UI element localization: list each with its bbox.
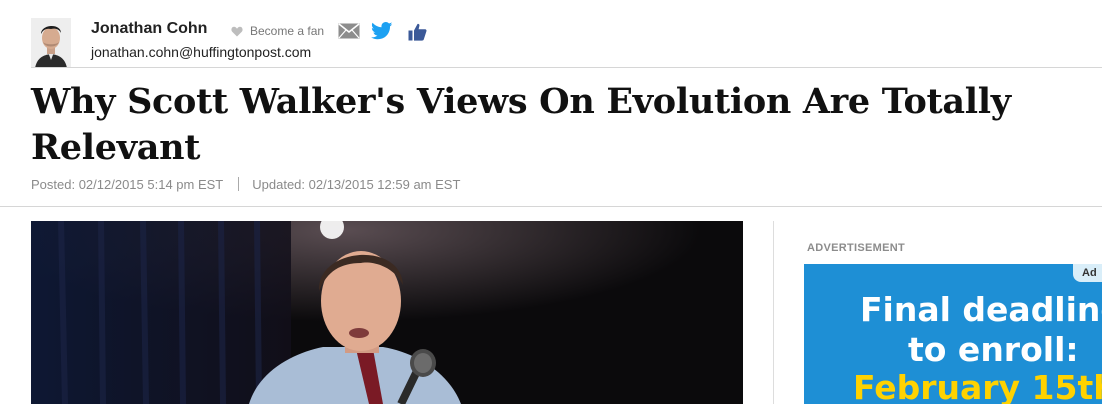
avatar[interactable] [31, 18, 71, 68]
article-headline: Why Scott Walker's Views On Evolution Ar… [31, 81, 1011, 168]
ad-banner[interactable]: Ad Final deadline to enroll: February 15… [804, 264, 1102, 404]
become-fan-link[interactable]: Become a fan [250, 24, 324, 38]
ad-headline: to enroll: [908, 330, 1079, 369]
article-photo[interactable] [31, 221, 743, 404]
heart-icon[interactable] [231, 26, 243, 37]
twitter-icon[interactable] [371, 22, 393, 40]
ad-deadline-date: February 15th [853, 368, 1102, 404]
thumbs-up-icon[interactable] [408, 23, 427, 41]
author-email[interactable]: jonathan.cohn@huffingtonpost.com [91, 44, 311, 60]
posted-date: Posted: 02/12/2015 5:14 pm EST [31, 177, 224, 192]
author-name[interactable]: Jonathan Cohn [91, 20, 207, 38]
column-divider [773, 221, 774, 404]
divider [31, 67, 1102, 68]
author-bar: Jonathan Cohn Become a fan jonathan.cohn… [0, 0, 1102, 68]
article-timestamps: Posted: 02/12/2015 5:14 pm EST Updated: 0… [31, 177, 460, 192]
ad-badge[interactable]: Ad [1073, 264, 1102, 282]
ad-headline: Final deadline [860, 290, 1102, 329]
divider [0, 206, 1102, 207]
advertisement-label: ADVERTISEMENT [807, 242, 906, 254]
mail-icon[interactable] [338, 23, 360, 39]
timestamp-separator [238, 177, 240, 191]
updated-date: Updated: 02/13/2015 12:59 am EST [252, 177, 461, 192]
